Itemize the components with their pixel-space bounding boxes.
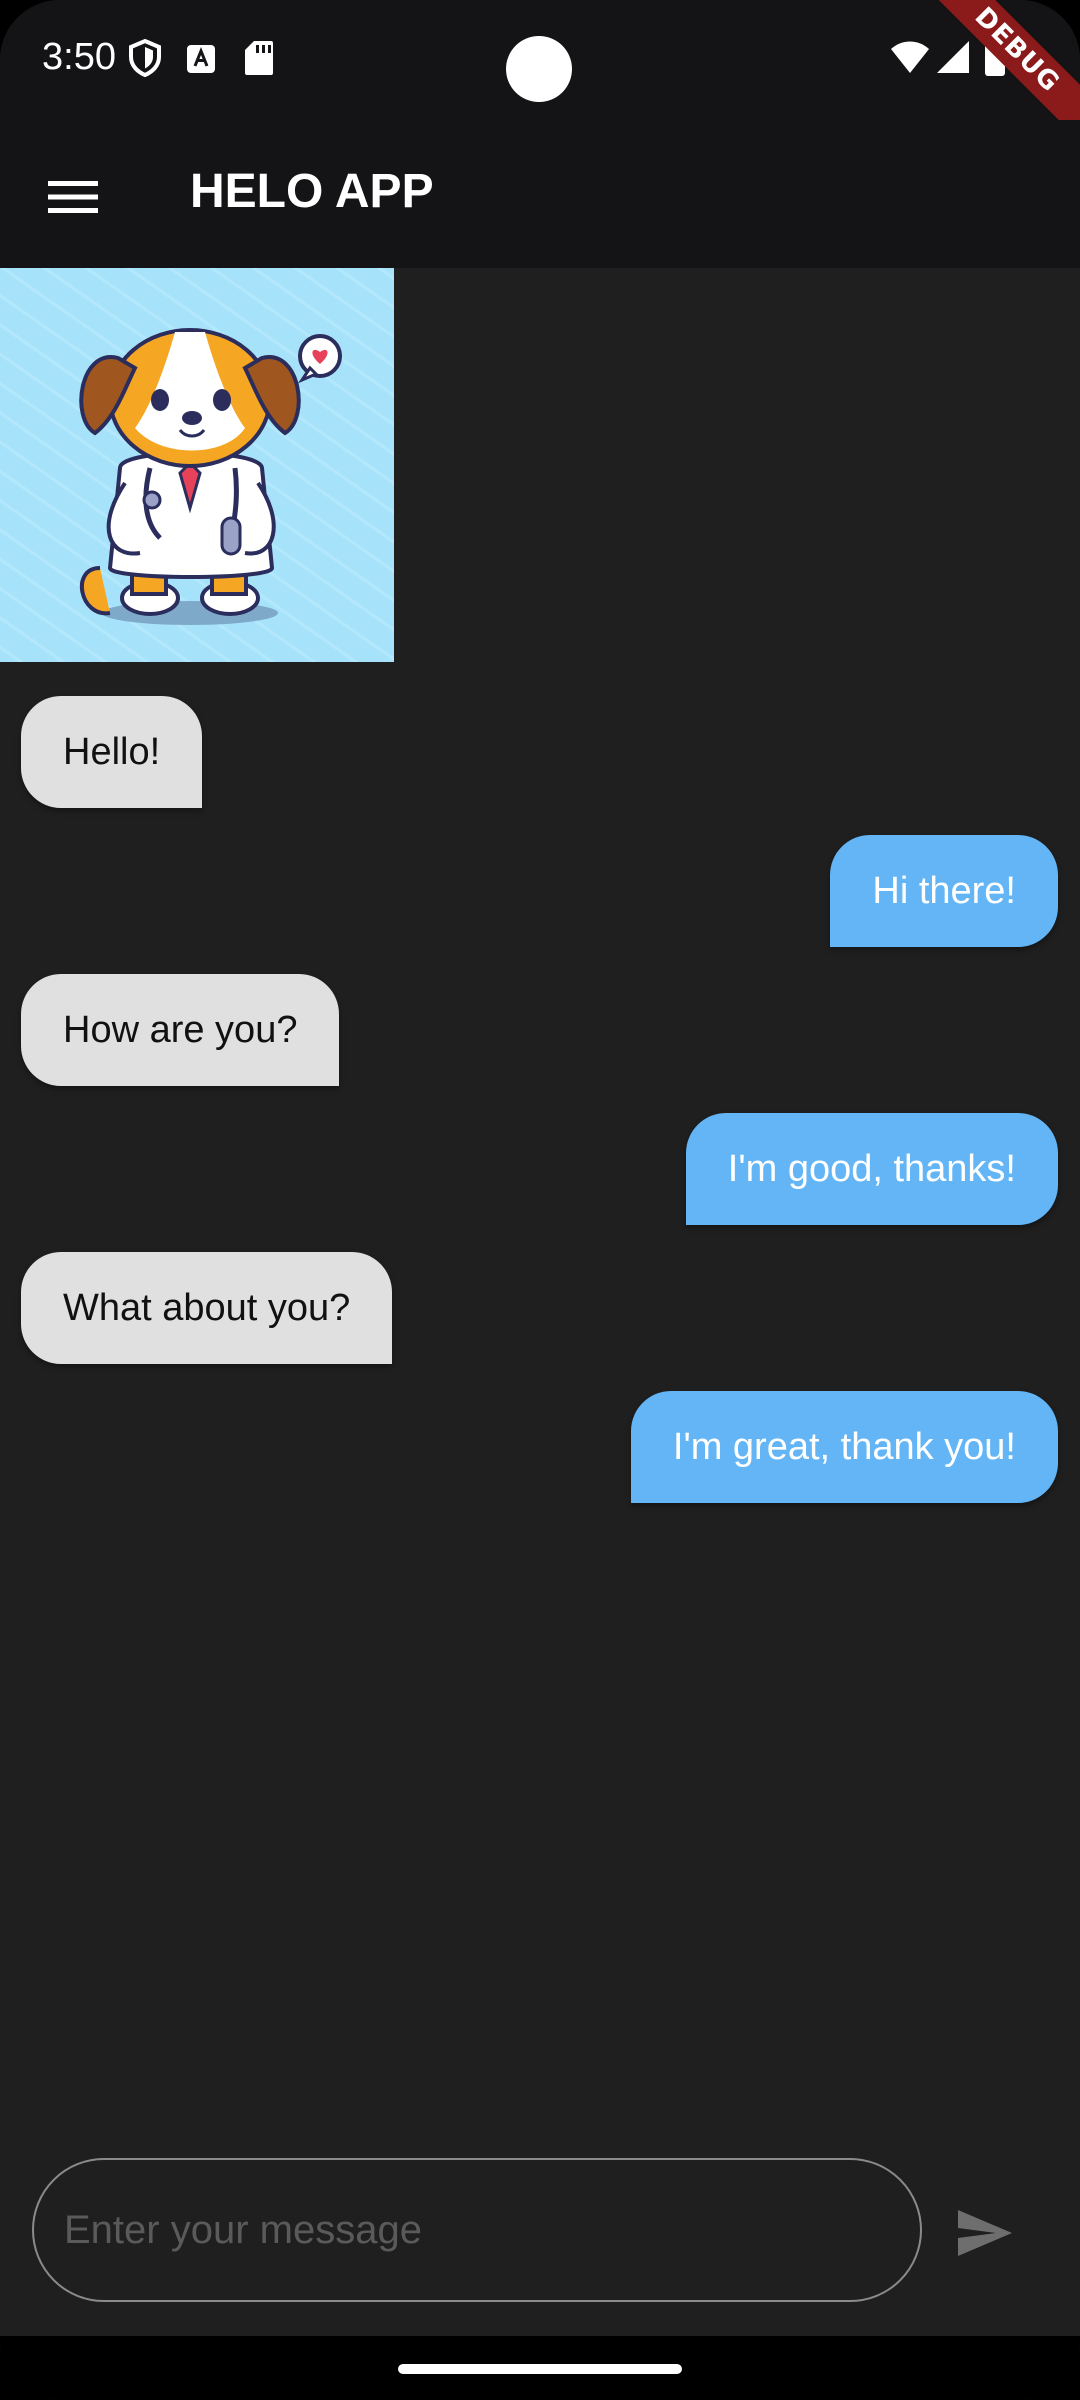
- message-bubble-outgoing: I'm good, thanks!: [685, 1113, 1058, 1225]
- status-time: 3:50: [42, 36, 116, 78]
- app-bar: HELO APP: [0, 120, 1080, 268]
- shield-icon: [128, 38, 162, 83]
- app-title: HELO APP: [190, 165, 434, 218]
- front-camera: [506, 36, 572, 102]
- hamburger-menu-icon: [48, 181, 98, 213]
- message-bubble-incoming: How are you?: [21, 974, 340, 1086]
- status-bar: 3:50 DEBUG: [0, 0, 1080, 153]
- signal-icon: [936, 40, 970, 79]
- a-keyboard-icon: [186, 44, 216, 79]
- message-bubble-outgoing: Hi there!: [830, 835, 1058, 947]
- phone-screen: 3:50 DEBUG HELO APP Hello! Hi there! How…: [0, 0, 1080, 2400]
- sd-card-icon: [244, 40, 274, 81]
- wifi-icon: [890, 40, 930, 79]
- message-bubble-incoming: Hello!: [21, 696, 203, 808]
- home-indicator[interactable]: [398, 2364, 682, 2374]
- send-button[interactable]: [950, 2198, 1020, 2268]
- menu-button[interactable]: [30, 154, 116, 240]
- dog-doctor-illustration: [0, 268, 394, 662]
- send-icon: [958, 2210, 1012, 2256]
- header-image: [0, 268, 394, 662]
- message-input[interactable]: [32, 2158, 922, 2302]
- message-bubble-incoming: What about you?: [21, 1252, 393, 1364]
- message-bubble-outgoing: I'm great, thank you!: [630, 1391, 1058, 1503]
